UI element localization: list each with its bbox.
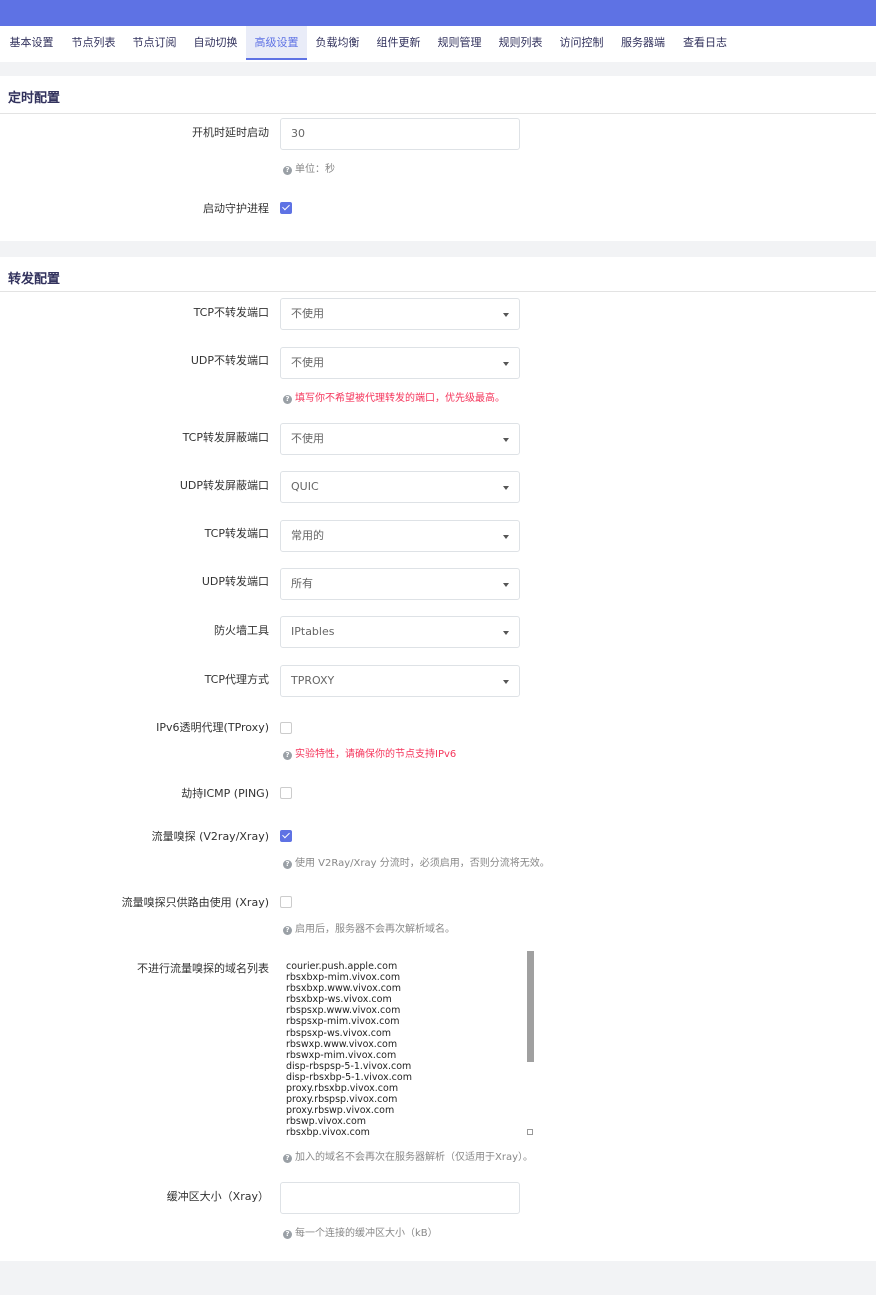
sniff-checkbox[interactable] bbox=[280, 830, 292, 842]
udp-block-label: UDP转发屏蔽端口 bbox=[179, 479, 269, 492]
tcp-block-label: TCP转发屏蔽端口 bbox=[182, 431, 269, 444]
tab-rule-list[interactable]: 规则列表 bbox=[490, 26, 551, 60]
sniff-route-checkbox[interactable] bbox=[280, 896, 292, 908]
domain-list: courier.push.apple.com rbsxbxp-mim.vivox.… bbox=[286, 961, 412, 1139]
no-sniff-domain-textarea[interactable]: courier.push.apple.com rbsxbxp-mim.vivox.… bbox=[280, 951, 534, 1139]
sniff-route-label: 流量嗅探只供路由使用 (Xray) bbox=[121, 896, 269, 909]
daemon-checkbox[interactable] bbox=[280, 202, 292, 214]
domain-line: rbsxbp.vivox.com bbox=[286, 1127, 370, 1139]
tab-rule-manage[interactable]: 规则管理 bbox=[429, 26, 490, 60]
domain-line: rbspsxp-mim.vivox.com bbox=[286, 1016, 400, 1028]
no-sniff-hint: ? 加入的域名不会再次在服务器解析（仅适用于Xray）。 bbox=[283, 1148, 533, 1163]
domain-line: rbswp.vivox.com bbox=[286, 1116, 367, 1128]
udp-block-select[interactable]: QUIC bbox=[280, 471, 520, 503]
chevron-down-icon bbox=[503, 438, 509, 442]
ipv6-checkbox[interactable] bbox=[280, 722, 292, 734]
tcp-proxy-label: TCP代理方式 bbox=[204, 673, 269, 686]
domain-line: courier.push.apple.com bbox=[286, 961, 398, 972]
chevron-down-icon bbox=[503, 680, 509, 684]
sniff-hint: ? 使用 V2Ray/Xray 分流时，必须启用，否则分流将无效。 bbox=[283, 854, 550, 869]
domain-line: rbsxbxp.www.vivox.com bbox=[286, 983, 402, 995]
tcp-redir-label: TCP转发端口 bbox=[204, 527, 269, 540]
textarea-scrollbar[interactable] bbox=[527, 951, 534, 1062]
tcp-block-select[interactable]: 不使用 bbox=[280, 423, 520, 455]
firewall-label: 防火墙工具 bbox=[214, 624, 269, 637]
firewall-select[interactable]: IPtables bbox=[280, 616, 520, 648]
tab-advanced-settings[interactable]: 高级设置 bbox=[246, 26, 307, 60]
udp-no-redir-label: UDP不转发端口 bbox=[190, 354, 269, 367]
top-header-bar bbox=[0, 0, 876, 26]
help-icon: ? bbox=[283, 1154, 292, 1163]
tab-component-update[interactable]: 组件更新 bbox=[368, 26, 429, 60]
tcp-no-redir-label: TCP不转发端口 bbox=[193, 306, 269, 319]
help-icon: ? bbox=[283, 926, 292, 935]
help-icon: ? bbox=[283, 860, 292, 869]
udp-no-redir-select[interactable]: 不使用 bbox=[280, 347, 520, 379]
no-sniff-label: 不进行流量嗅探的域名列表 bbox=[137, 962, 269, 975]
tcp-redir-select[interactable]: 常用的 bbox=[280, 520, 520, 552]
boot-delay-label: 开机时延时启动 bbox=[192, 126, 269, 139]
tab-basic-settings[interactable]: 基本设置 bbox=[0, 26, 63, 60]
timing-section: 定时配置 bbox=[0, 76, 876, 241]
chevron-down-icon bbox=[503, 313, 509, 317]
tab-auto-switch[interactable]: 自动切换 bbox=[185, 26, 246, 60]
chevron-down-icon bbox=[503, 362, 509, 366]
ipv6-hint: ? 实验特性，请确保你的节点支持IPv6 bbox=[283, 745, 456, 760]
buffer-label: 缓冲区大小（Xray） bbox=[166, 1190, 269, 1203]
domain-line: rbspsxp.www.vivox.com bbox=[286, 1005, 401, 1017]
section-title: 定时配置 bbox=[8, 91, 61, 106]
domain-line: proxy.rbsxbp.vivox.com bbox=[286, 1083, 399, 1095]
domain-line: rbswxp-mim.vivox.com bbox=[286, 1049, 397, 1061]
tab-node-list[interactable]: 节点列表 bbox=[63, 26, 124, 60]
chevron-down-icon bbox=[503, 631, 509, 635]
buffer-hint: ? 每一个连接的缓冲区大小（kB） bbox=[283, 1224, 438, 1239]
tab-server[interactable]: 服务器端 bbox=[612, 26, 674, 60]
tab-access-control[interactable]: 访问控制 bbox=[551, 26, 612, 60]
help-icon: ? bbox=[283, 751, 292, 760]
tab-node-subscribe[interactable]: 节点订阅 bbox=[124, 26, 185, 60]
sniff-route-hint: ? 启用后，服务器不会再次解析域名。 bbox=[283, 920, 455, 935]
domain-line: proxy.rbswp.vivox.com bbox=[286, 1105, 395, 1117]
chevron-down-icon bbox=[503, 583, 509, 587]
icmp-label: 劫持ICMP (PING) bbox=[181, 787, 269, 800]
daemon-label: 启动守护进程 bbox=[203, 202, 269, 215]
domain-line: rbspsxp-ws.vivox.com bbox=[286, 1027, 392, 1039]
section-divider bbox=[0, 291, 876, 292]
boot-delay-hint: ? 单位：秒 bbox=[283, 160, 335, 175]
tab-view-log[interactable]: 查看日志 bbox=[674, 26, 736, 60]
buffer-size-input[interactable] bbox=[280, 1182, 520, 1214]
icmp-checkbox[interactable] bbox=[280, 787, 292, 799]
help-icon: ? bbox=[283, 1230, 292, 1239]
section-title: 转发配置 bbox=[8, 272, 61, 287]
domain-line: disp-rbsxbp-5-1.vivox.com bbox=[286, 1071, 412, 1083]
boot-delay-input[interactable]: 30 bbox=[280, 118, 520, 150]
udp-redir-label: UDP转发端口 bbox=[201, 575, 269, 588]
ipv6-label: IPv6透明代理(TProxy) bbox=[156, 721, 269, 734]
sniff-label: 流量嗅探 (V2ray/Xray) bbox=[151, 830, 269, 843]
chevron-down-icon bbox=[503, 486, 509, 490]
domain-line: disp-rbspsp-5-1.vivox.com bbox=[286, 1060, 412, 1072]
tcp-proxy-select[interactable]: TPROXY bbox=[280, 665, 520, 697]
udp-redir-select[interactable]: 所有 bbox=[280, 568, 520, 600]
domain-line: proxy.rbspsp.vivox.com bbox=[286, 1094, 398, 1106]
tcp-no-redir-select[interactable]: 不使用 bbox=[280, 298, 520, 330]
help-icon: ? bbox=[283, 166, 292, 175]
resize-grip-icon[interactable] bbox=[527, 1129, 533, 1135]
domain-line: rbsxbxp-ws.vivox.com bbox=[286, 994, 392, 1006]
section-divider bbox=[0, 113, 876, 114]
domain-line: rbswxp.www.vivox.com bbox=[286, 1038, 398, 1050]
domain-line: rbsxbxp-mim.vivox.com bbox=[286, 972, 401, 984]
help-icon: ? bbox=[283, 395, 292, 404]
tab-bar: 基本设置 节点列表 节点订阅 自动切换 高级设置 负载均衡 组件更新 规则管理 … bbox=[0, 26, 876, 62]
chevron-down-icon bbox=[503, 535, 509, 539]
tab-load-balance[interactable]: 负载均衡 bbox=[307, 26, 368, 60]
no-redir-hint: ? 填写你不希望被代理转发的端口，优先级最高。 bbox=[283, 389, 505, 404]
